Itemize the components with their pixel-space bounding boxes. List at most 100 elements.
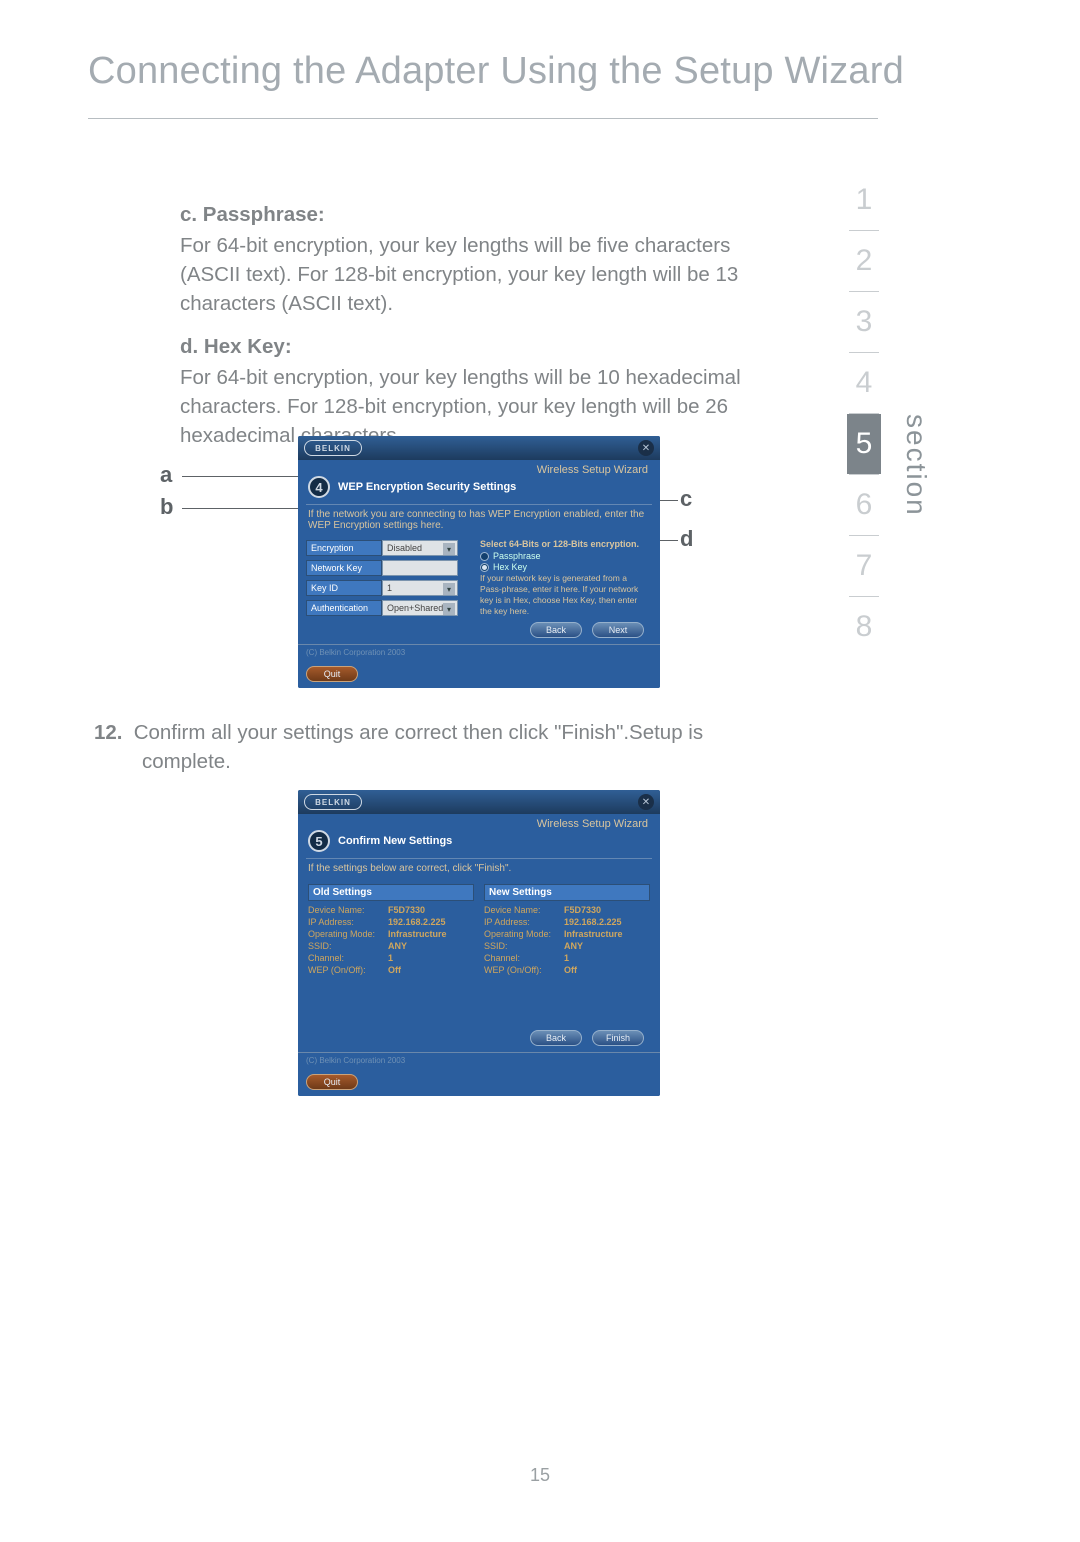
keyid-value: 1	[387, 583, 392, 593]
old-mode: Infrastructure	[388, 929, 447, 939]
belkin-logo: BELKIN	[304, 794, 362, 810]
wizard-confirm-settings: BELKIN ✕ Wireless Setup Wizard 5 Confirm…	[298, 790, 660, 1096]
step-title: Confirm New Settings	[338, 835, 452, 847]
lbl-mode: Operating Mode:	[484, 929, 564, 939]
radio-hexkey-label: Hex Key	[493, 562, 527, 572]
lbl-wep: WEP (On/Off):	[484, 965, 564, 975]
auth-label: Authentication	[306, 600, 382, 616]
new-channel: 1	[564, 953, 569, 963]
section-nav-1[interactable]: 1	[847, 170, 881, 230]
callout-c: c	[680, 486, 692, 512]
close-icon[interactable]: ✕	[638, 794, 654, 810]
keyid-label: Key ID	[306, 580, 382, 596]
encryption-select[interactable]: Disabled ▾	[382, 540, 458, 556]
new-ssid: ANY	[564, 941, 583, 951]
quit-button[interactable]: Quit	[306, 1074, 358, 1090]
section-nav-8[interactable]: 8	[847, 597, 881, 657]
quit-button[interactable]: Quit	[306, 666, 358, 682]
radio-icon	[480, 552, 489, 561]
wizard-wep-settings: BELKIN ✕ Wireless Setup Wizard 4 WEP Enc…	[298, 436, 660, 688]
step-icon: 4	[308, 476, 330, 498]
step-text: Confirm all your settings are correct th…	[134, 721, 703, 744]
radio-icon	[480, 563, 489, 572]
back-button[interactable]: Back	[530, 1030, 582, 1046]
wizard-titlebar: BELKIN ✕	[298, 790, 660, 814]
encryption-value: Disabled	[387, 543, 422, 553]
belkin-logo: BELKIN	[304, 440, 362, 456]
networkkey-label: Network Key	[306, 560, 382, 576]
lbl-channel: Channel:	[484, 953, 564, 963]
new-device: F5D7330	[564, 905, 601, 915]
wizard-subtitle: Wireless Setup Wizard	[298, 460, 660, 476]
lbl-mode: Operating Mode:	[308, 929, 388, 939]
section-nav-4[interactable]: 4	[847, 353, 881, 413]
radio-hexkey[interactable]: Hex Key	[480, 562, 648, 572]
wizard-instruction: If the settings below are correct, click…	[298, 859, 660, 880]
old-wep: Off	[388, 965, 401, 975]
finish-button[interactable]: Finish	[592, 1030, 644, 1046]
back-button[interactable]: Back	[530, 622, 582, 638]
old-ssid: ANY	[388, 941, 407, 951]
wizard-footer: (C) Belkin Corporation 2003 Quit	[298, 644, 660, 688]
section-nav-7[interactable]: 7	[847, 536, 881, 596]
heading-hexkey: d. Hex Key:	[180, 332, 780, 361]
callout-b: b	[160, 494, 173, 520]
callout-a-line	[182, 476, 310, 477]
page-title: Connecting the Adapter Using the Setup W…	[88, 50, 904, 93]
step-text-cont: complete.	[142, 747, 794, 776]
passphrase-body: For 64-bit encryption, your key lengths …	[180, 231, 780, 318]
old-channel: 1	[388, 953, 393, 963]
next-button[interactable]: Next	[592, 622, 644, 638]
keyid-select[interactable]: 1▾	[382, 580, 458, 596]
chevron-down-icon: ▾	[443, 543, 455, 555]
step-12: 12. Confirm all your settings are correc…	[94, 718, 794, 776]
new-settings-head: New Settings	[484, 884, 650, 901]
chevron-down-icon: ▾	[443, 603, 455, 615]
section-nav-2[interactable]: 2	[847, 231, 881, 291]
new-mode: Infrastructure	[564, 929, 623, 939]
callout-b-line	[182, 508, 310, 509]
step-number: 12.	[94, 718, 128, 747]
networkkey-input[interactable]	[382, 560, 458, 576]
callout-a: a	[160, 462, 172, 488]
step-title: WEP Encryption Security Settings	[338, 481, 516, 493]
wizard-subtitle: Wireless Setup Wizard	[298, 814, 660, 830]
radio-passphrase-label: Passphrase	[493, 551, 541, 561]
new-wep: Off	[564, 965, 577, 975]
lbl-device: Device Name:	[484, 905, 564, 915]
lbl-channel: Channel:	[308, 953, 388, 963]
wizard-step-header: 5 Confirm New Settings	[298, 830, 660, 858]
lbl-ip: IP Address:	[484, 917, 564, 927]
section-nav-6[interactable]: 6	[847, 475, 881, 535]
new-settings-col: New Settings Device Name:F5D7330 IP Addr…	[484, 884, 650, 977]
wizard-step-header: 4 WEP Encryption Security Settings	[298, 476, 660, 504]
step-icon: 5	[308, 830, 330, 852]
copyright: (C) Belkin Corporation 2003	[298, 645, 660, 657]
lbl-ssid: SSID:	[484, 941, 564, 951]
lbl-device: Device Name:	[308, 905, 388, 915]
old-settings-col: Old Settings Device Name:F5D7330 IP Addr…	[308, 884, 474, 977]
section-nav: 1 2 3 4 5 6 7 8	[844, 170, 884, 657]
lbl-ip: IP Address:	[308, 917, 388, 927]
section-nav-3[interactable]: 3	[847, 292, 881, 352]
radio-passphrase[interactable]: Passphrase	[480, 551, 648, 561]
divider	[306, 504, 652, 505]
chevron-down-icon: ▾	[443, 583, 455, 595]
section-nav-5[interactable]: 5	[847, 414, 881, 474]
auth-select[interactable]: Open+Shared▾	[382, 600, 458, 616]
wizard-titlebar: BELKIN ✕	[298, 436, 660, 460]
lbl-wep: WEP (On/Off):	[308, 965, 388, 975]
advice-text: If your network key is generated from a …	[480, 573, 648, 617]
content-column: c. Passphrase: For 64-bit encryption, yo…	[180, 194, 780, 464]
close-icon[interactable]: ✕	[638, 440, 654, 456]
new-ip: 192.168.2.225	[564, 917, 622, 927]
heading-passphrase: c. Passphrase:	[180, 200, 780, 229]
section-vertical-label: section	[900, 414, 932, 517]
old-settings-head: Old Settings	[308, 884, 474, 901]
divider	[306, 858, 652, 859]
old-device: F5D7330	[388, 905, 425, 915]
copyright: (C) Belkin Corporation 2003	[298, 1053, 660, 1065]
encryption-label: Encryption	[306, 540, 382, 556]
auth-value: Open+Shared	[387, 603, 443, 613]
old-ip: 192.168.2.225	[388, 917, 446, 927]
